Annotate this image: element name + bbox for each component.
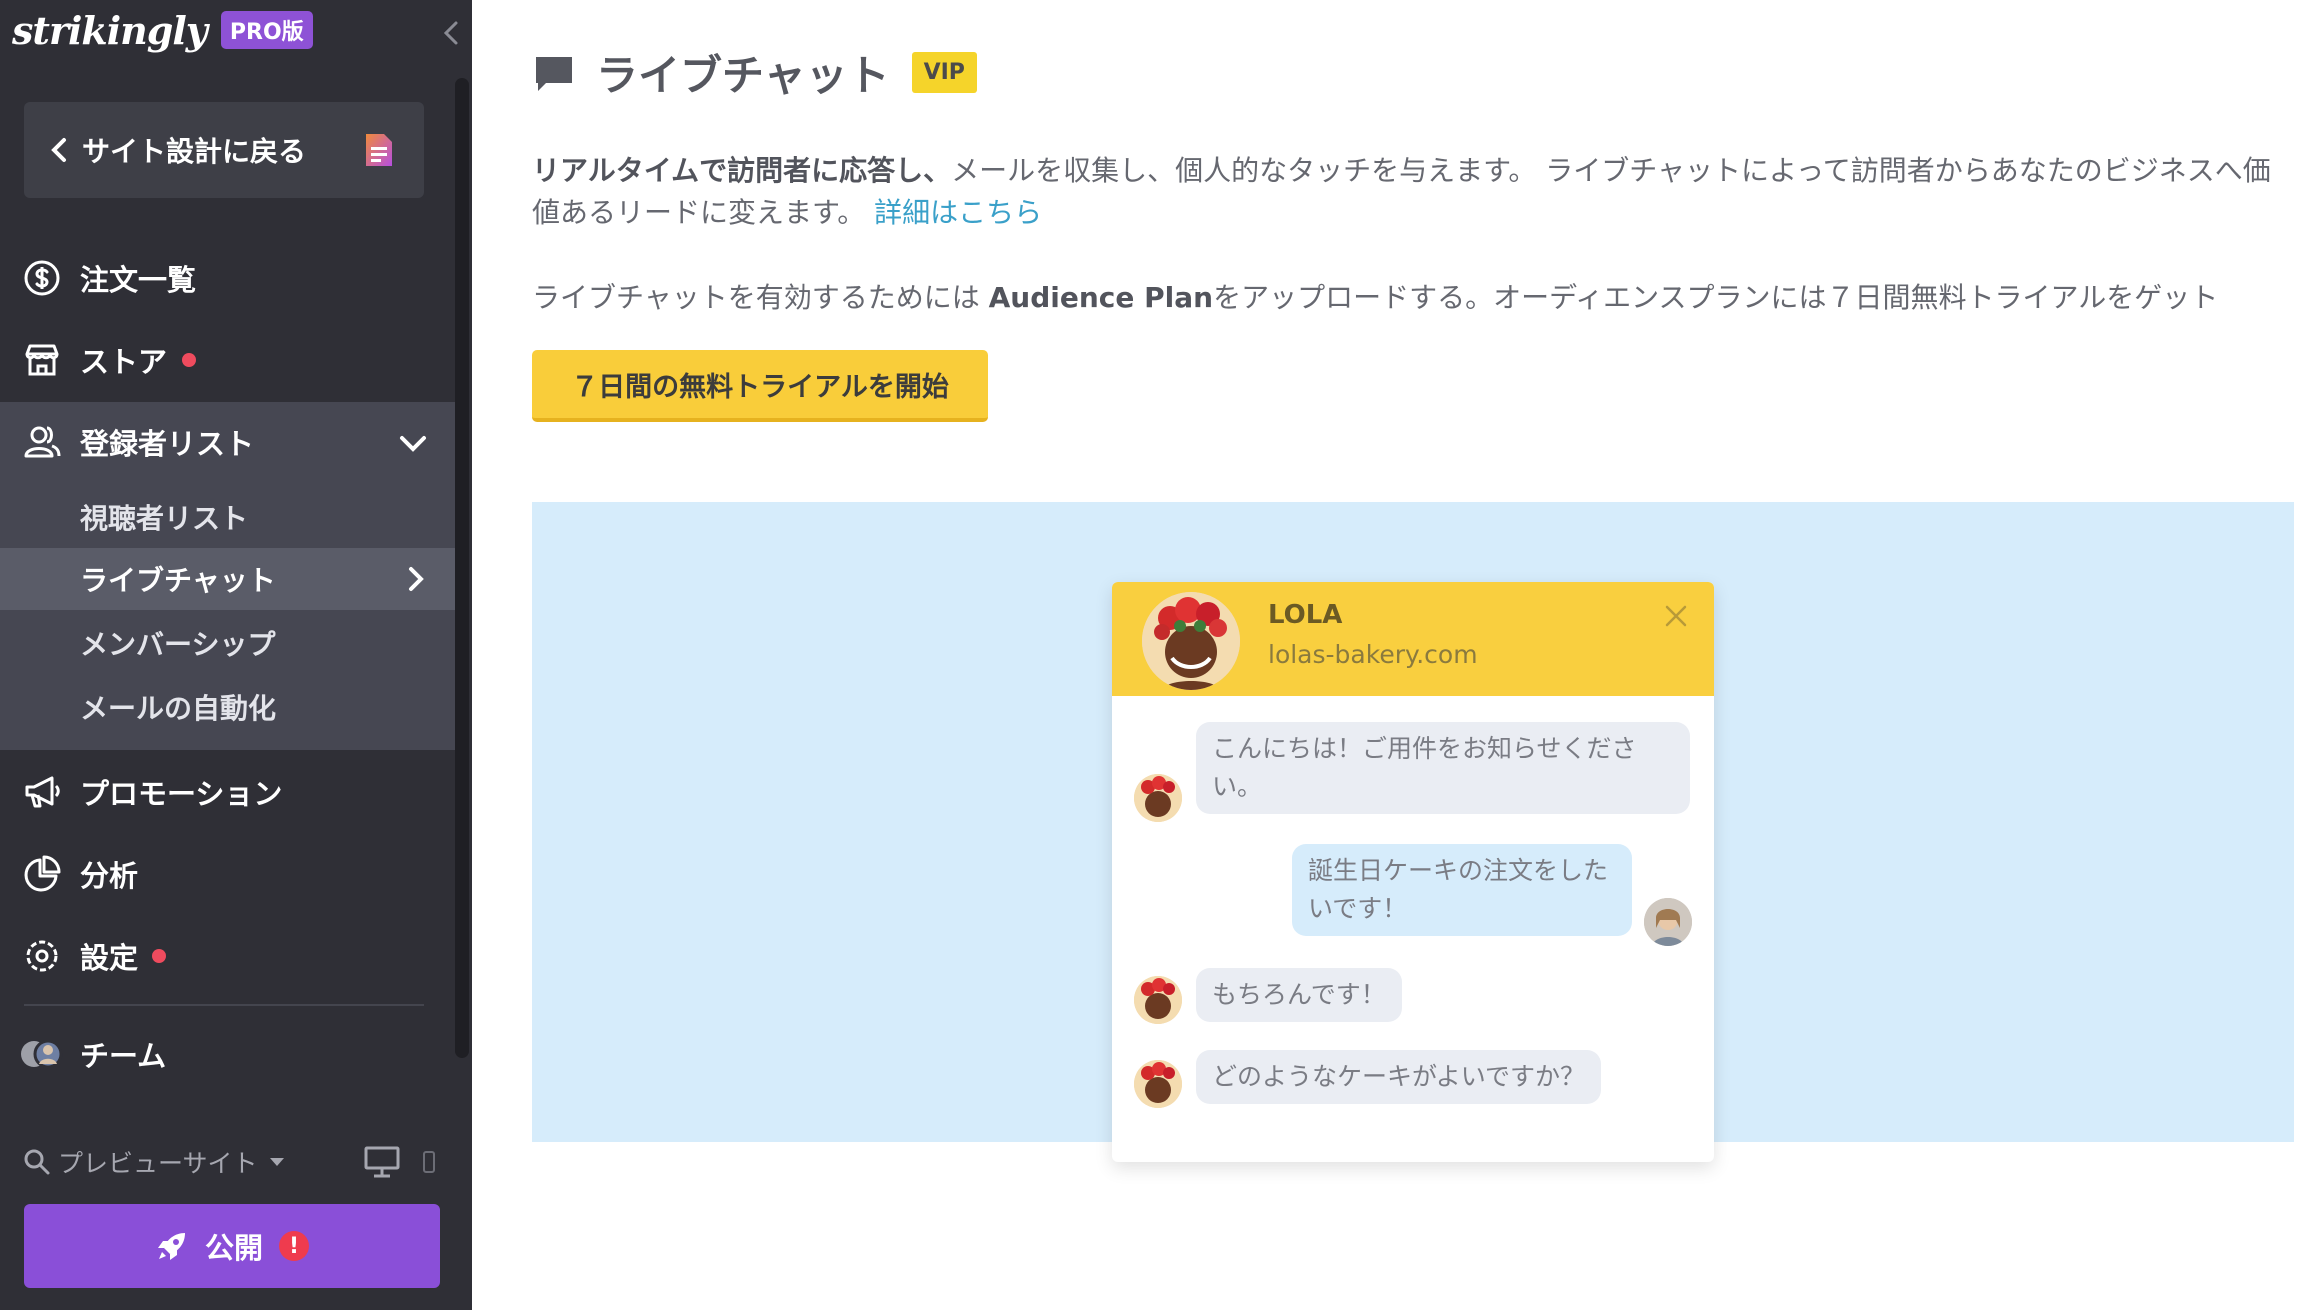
bot-avatar — [1134, 774, 1182, 822]
dollar-circle-icon — [24, 260, 60, 296]
nav-promotion-label: プロモーション — [80, 777, 283, 811]
page-title: ライブチャット — [596, 51, 890, 100]
nav-store[interactable]: ストア — [0, 336, 455, 384]
publish-button[interactable]: 公開 ! — [24, 1204, 440, 1288]
store-alert-dot — [182, 353, 196, 367]
team-avatars-icon — [21, 1039, 63, 1069]
rocket-icon — [157, 1233, 185, 1260]
vip-badge: VIP — [911, 52, 977, 93]
nav-orders[interactable]: 注文一覧 — [0, 254, 455, 302]
bot-avatar — [1134, 1060, 1182, 1108]
caret-down-icon[interactable] — [268, 1156, 286, 1168]
sub-item-livechat[interactable]: ライブチャット — [0, 548, 455, 610]
back-to-site-editor-button[interactable]: サイト設計に戻る — [24, 102, 424, 198]
nav-settings[interactable]: 設定 — [0, 932, 455, 980]
lola-avatar — [1142, 592, 1240, 690]
nav-team[interactable]: チーム — [0, 1030, 455, 1078]
desktop-icon[interactable] — [364, 1146, 400, 1178]
bot-avatar — [1134, 976, 1182, 1024]
sub-item-livechat-label: ライブチャット — [80, 564, 276, 597]
sidebar: strikingly PRO版 サイト設計に戻る 注文一覧 ストア 登録者リスト… — [0, 0, 472, 1310]
chevron-right-icon — [409, 567, 424, 591]
preview-site-dropdown[interactable]: プレビューサイト — [58, 1144, 258, 1180]
sub-item-email-automation[interactable]: メールの自動化 — [0, 676, 455, 738]
chevron-left-icon — [51, 138, 66, 162]
megaphone-icon — [25, 776, 60, 808]
pro-badge: PRO版 — [220, 11, 313, 49]
chat-message-bot: もちろんです！ — [1196, 968, 1402, 1022]
chat-message-user: 誕生日ケーキの注文をしたいです！ — [1292, 844, 1632, 936]
preview-site-row: プレビューサイト — [22, 1140, 442, 1184]
nav-store-label: ストア — [80, 345, 168, 379]
sub-item-audience-label: 視聴者リスト — [80, 502, 249, 535]
mobile-icon[interactable] — [422, 1150, 436, 1174]
users-icon — [24, 426, 61, 458]
nav-team-label: チーム — [80, 1039, 167, 1073]
sub-item-membership[interactable]: メンバーシップ — [0, 612, 455, 674]
nav-analytics[interactable]: 分析 — [0, 850, 455, 898]
site-document-icon — [366, 134, 392, 166]
start-free-trial-button[interactable]: ７日間の無料トライアルを開始 — [532, 350, 988, 422]
chat-message-bot: こんにちは！ご用件をお知らせください。 — [1196, 722, 1690, 814]
chat-message-bot: どのようなケーキがよいですか？ — [1196, 1050, 1602, 1104]
chat-widget-preview: LOLA lolas-bakery.com こんにちは！ご用件をお知らせください… — [1112, 582, 1714, 1162]
publish-warning-icon: ! — [279, 1231, 309, 1261]
plan-suffix: をアップロードする。オーディエンスプランには７日間無料トライアルをゲット — [1213, 281, 2219, 314]
gear-icon — [26, 940, 58, 972]
nav-orders-label: 注文一覧 — [80, 263, 197, 297]
nav-settings-label: 設定 — [80, 941, 139, 975]
nav-analytics-label: 分析 — [80, 859, 139, 893]
sidebar-divider — [24, 1004, 424, 1006]
sidebar-scrollbar[interactable] — [455, 78, 469, 1058]
nav-subscribers[interactable]: 登録者リスト — [0, 418, 455, 466]
chat-agent-name: LOLA — [1268, 600, 1343, 630]
user-avatar — [1644, 898, 1692, 946]
back-button-label: サイト設計に戻る — [82, 135, 307, 168]
plan-requirement-text: ライブチャットを有効するためには Audience Planをアップロードする。… — [532, 278, 2292, 318]
strikingly-logo: strikingly — [12, 7, 208, 53]
sub-item-audience[interactable]: 視聴者リスト — [0, 486, 455, 548]
store-icon — [25, 344, 59, 376]
chat-bubble-icon — [536, 56, 572, 91]
livechat-description: リアルタイムで訪問者に応答し、メールを収集し、個人的なタッチを与えます。 ライブ… — [532, 150, 2272, 234]
learn-more-link[interactable]: 詳細はこちら — [874, 196, 1042, 229]
nav-subscribers-label: 登録者リスト — [80, 427, 255, 461]
brand: strikingly PRO版 — [12, 0, 313, 60]
plan-name: Audience Plan — [988, 281, 1214, 314]
pie-chart-icon — [24, 855, 61, 892]
search-icon — [24, 1149, 50, 1175]
lola-avatar-image — [1142, 592, 1240, 690]
chevron-down-icon — [400, 436, 426, 452]
main-content: ライブチャット VIP リアルタイムで訪問者に応答し、メールを収集し、個人的なタ… — [472, 0, 2316, 1310]
sub-item-membership-label: メンバーシップ — [80, 628, 276, 661]
collapse-sidebar-icon[interactable] — [438, 18, 464, 48]
chat-widget-header: LOLA lolas-bakery.com — [1112, 582, 1714, 696]
nav-promotion[interactable]: プロモーション — [0, 768, 455, 816]
sub-item-email-automation-label: メールの自動化 — [80, 692, 277, 725]
chat-agent-site: lolas-bakery.com — [1268, 640, 1478, 669]
plan-prefix: ライブチャットを有効するためには — [532, 281, 989, 314]
close-icon[interactable] — [1664, 604, 1688, 628]
publish-label: 公開 — [204, 1231, 263, 1265]
page-header: ライブチャット VIP — [532, 42, 977, 103]
settings-alert-dot — [152, 949, 166, 963]
description-bold: リアルタイムで訪問者に応答し、 — [532, 154, 952, 187]
